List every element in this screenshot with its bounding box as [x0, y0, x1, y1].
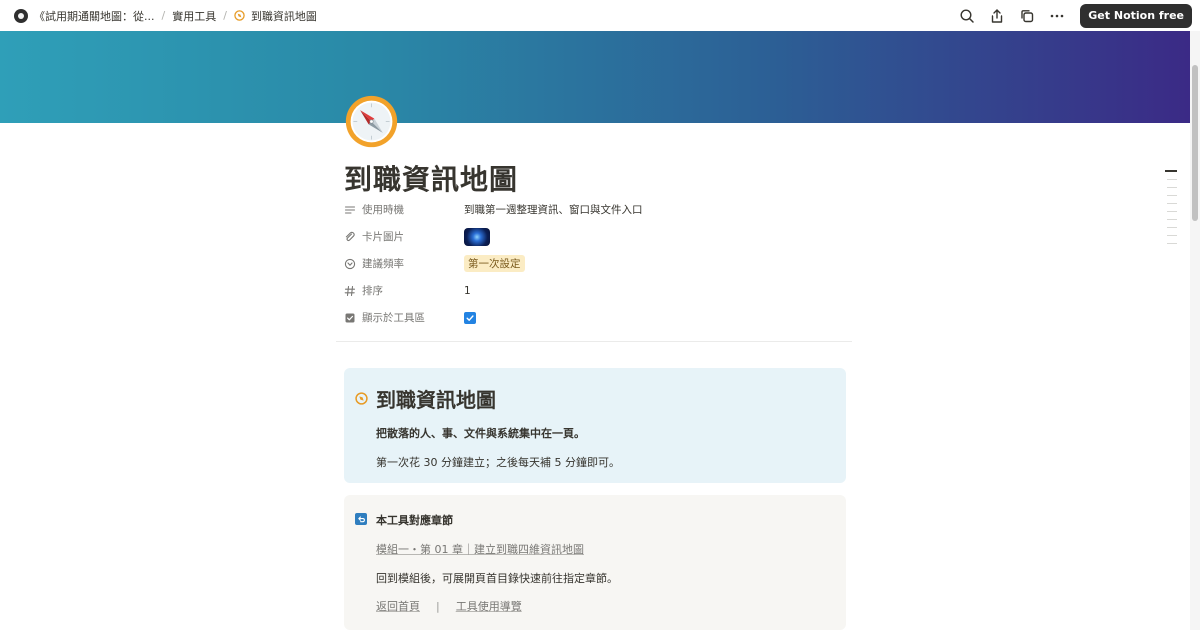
- page-properties: 使用時機 到職第一週整理資訊、窗口與文件入口 卡片圖片 建議頻率 第一次設定 排…: [344, 196, 852, 331]
- property-row[interactable]: 建議頻率 第一次設定: [344, 250, 852, 277]
- properties-divider: [336, 341, 852, 342]
- property-value-order[interactable]: 1: [464, 285, 471, 297]
- get-notion-free-button[interactable]: Get Notion free: [1080, 3, 1192, 28]
- scrollbar-thumb[interactable]: [1192, 65, 1198, 221]
- attachment-icon: [345, 231, 355, 241]
- chapter-heading: 本工具對應章節: [376, 514, 453, 527]
- compass-icon: [355, 392, 368, 405]
- compass-icon[interactable]: [343, 93, 400, 150]
- toc-line[interactable]: [1167, 195, 1177, 196]
- top-bar: 《試用期通關地圖：從... / 實用工具 / 到職資訊地圖 Get Notion…: [0, 0, 1200, 31]
- breadcrumb-item-current[interactable]: 到職資訊地圖: [230, 6, 321, 26]
- breadcrumb-label: 到職資訊地圖: [250, 9, 317, 23]
- share-button[interactable]: [984, 3, 1010, 29]
- select-icon: [344, 258, 356, 269]
- text-lines-icon: [344, 205, 356, 214]
- property-value-show-in-tools[interactable]: [464, 311, 476, 324]
- chapter-link[interactable]: 模組一・第 01 章｜建立到職四維資訊地圖: [376, 541, 584, 557]
- property-row[interactable]: 卡片圖片: [344, 223, 852, 250]
- property-row[interactable]: 顯示於工具區: [344, 304, 852, 331]
- card-image-thumbnail[interactable]: [464, 227, 490, 246]
- return-arrow-icon: [355, 513, 367, 525]
- property-key[interactable]: 建議頻率: [344, 256, 464, 271]
- page-cover: [0, 31, 1190, 123]
- callout-summary: 把散落的人、事、文件與系統集中在一頁。: [376, 427, 585, 440]
- property-key-label: 顯示於工具區: [362, 312, 425, 324]
- number-icon: [344, 285, 356, 296]
- property-key[interactable]: 顯示於工具區: [344, 310, 464, 325]
- page-title[interactable]: 到職資訊地圖: [344, 158, 518, 198]
- breadcrumb-separator: /: [223, 9, 227, 22]
- back-home-link[interactable]: 返回首頁: [376, 598, 420, 614]
- search-button[interactable]: [954, 3, 980, 29]
- return-arrow-glyph: [357, 515, 365, 522]
- more-icon: [1050, 14, 1064, 17]
- tool-guide-link[interactable]: 工具使用導覽: [456, 598, 522, 614]
- breadcrumb-item-tools[interactable]: 實用工具: [168, 6, 220, 26]
- property-value-card-image[interactable]: [464, 227, 490, 246]
- checkbox-checked[interactable]: [464, 311, 476, 324]
- property-value-text: 1: [464, 284, 471, 297]
- property-row[interactable]: 排序 1: [344, 277, 852, 304]
- search-icon: [960, 8, 975, 23]
- toc-line[interactable]: [1167, 203, 1177, 204]
- breadcrumb-separator: /: [161, 9, 166, 22]
- toc-line[interactable]: [1167, 211, 1177, 212]
- share-icon: [992, 8, 1003, 23]
- property-key-label: 排序: [362, 285, 383, 297]
- breadcrumb: 《試用期通關地圖：從... / 實用工具 / 到職資訊地圖: [10, 6, 321, 26]
- workspace-logo-icon: [14, 8, 28, 23]
- toc-line[interactable]: [1167, 227, 1177, 228]
- chapter-nav-links: 返回首頁 | 工具使用導覽: [376, 598, 522, 614]
- more-button[interactable]: [1044, 3, 1070, 29]
- breadcrumb-label: 《試用期通關地圖：從...: [34, 9, 155, 23]
- table-of-contents-minimap[interactable]: [1163, 170, 1177, 251]
- property-value-usage[interactable]: 到職第一週整理資訊、窗口與文件入口: [464, 202, 643, 217]
- top-actions: Get Notion free: [954, 3, 1192, 29]
- property-key[interactable]: 卡片圖片: [344, 229, 464, 244]
- breadcrumb-label: 實用工具: [172, 9, 217, 23]
- property-key-label: 卡片圖片: [362, 231, 404, 243]
- toc-line[interactable]: [1165, 170, 1177, 172]
- compass-icon: [234, 10, 245, 21]
- checkbox-icon: [345, 313, 355, 322]
- duplicate-button[interactable]: [1014, 3, 1040, 29]
- toc-line[interactable]: [1167, 243, 1177, 244]
- property-key[interactable]: 排序: [344, 283, 464, 298]
- chapter-description: 回到模組後，可展開頁首目錄快速前往指定章節。: [376, 572, 618, 585]
- toc-line[interactable]: [1167, 179, 1177, 180]
- toc-line[interactable]: [1167, 187, 1177, 188]
- callout-chapter[interactable]: 本工具對應章節 模組一・第 01 章｜建立到職四維資訊地圖 回到模組後，可展開頁…: [344, 495, 846, 630]
- property-value-frequency[interactable]: 第一次設定: [464, 255, 525, 272]
- callout-tip: 第一次花 30 分鐘建立；之後每天補 5 分鐘即可。: [376, 456, 620, 469]
- toc-line[interactable]: [1167, 235, 1177, 236]
- property-row[interactable]: 使用時機 到職第一週整理資訊、窗口與文件入口: [344, 196, 852, 223]
- check-icon: [466, 314, 474, 321]
- callout-heading: 到職資訊地圖: [376, 388, 496, 412]
- select-tag: 第一次設定: [464, 255, 525, 272]
- property-value-text: 到職第一週整理資訊、窗口與文件入口: [464, 204, 643, 216]
- property-key-label: 使用時機: [362, 204, 404, 216]
- scrollbar[interactable]: [1190, 31, 1200, 630]
- duplicate-icon: [1021, 9, 1034, 22]
- callout-intro[interactable]: 到職資訊地圖 把散落的人、事、文件與系統集中在一頁。 第一次花 30 分鐘建立；…: [344, 368, 846, 483]
- toc-line[interactable]: [1167, 219, 1177, 220]
- link-separator: |: [436, 599, 440, 613]
- property-key[interactable]: 使用時機: [344, 202, 464, 217]
- breadcrumb-item-workspace[interactable]: 《試用期通關地圖：從...: [10, 6, 159, 26]
- property-key-label: 建議頻率: [362, 258, 404, 270]
